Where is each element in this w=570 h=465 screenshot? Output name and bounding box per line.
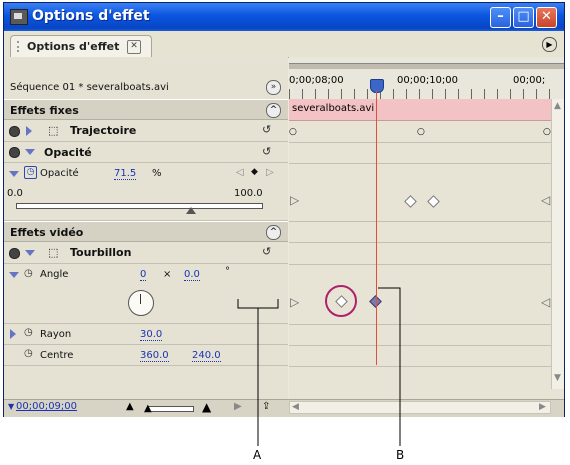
callout-b-line: [378, 287, 401, 446]
callout-a-bracket: [237, 299, 279, 309]
callout-a-label: A: [253, 448, 262, 462]
callout-lines: [237, 287, 401, 446]
callout-b-label: B: [396, 448, 405, 462]
